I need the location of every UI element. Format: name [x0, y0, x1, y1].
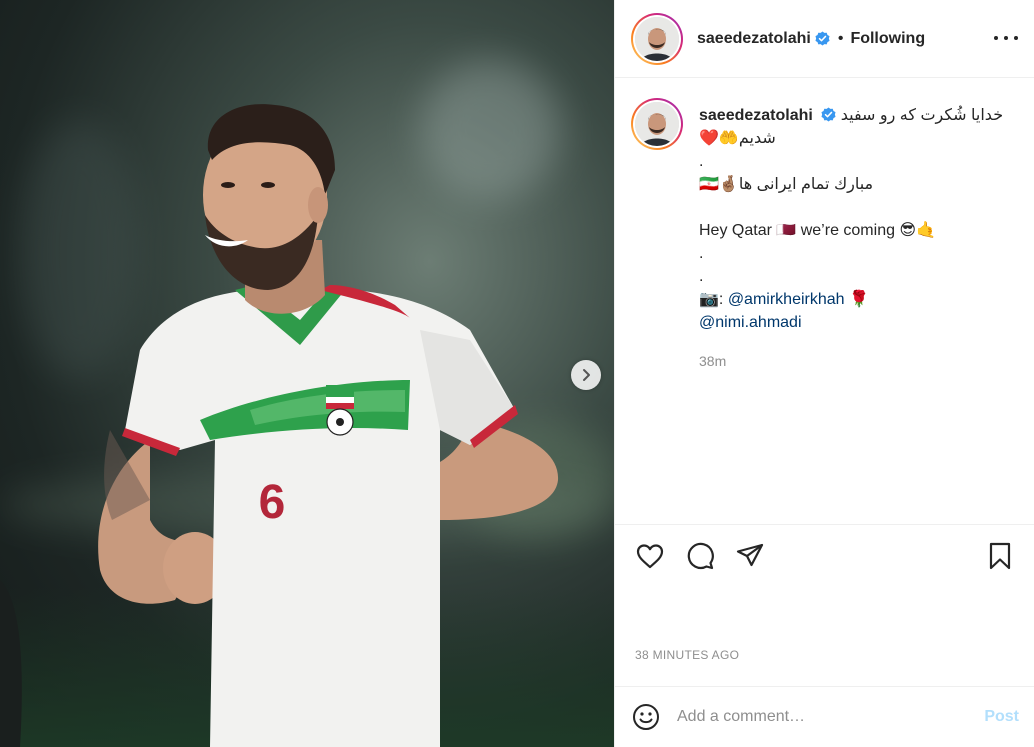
comment-composer: Post [615, 686, 1034, 747]
caption-avatar [635, 102, 679, 146]
more-options-button[interactable] [994, 28, 1018, 48]
header-username[interactable]: saeedezatolahi [697, 30, 811, 48]
post-comment-button[interactable]: Post [984, 708, 1019, 726]
verified-badge-icon [815, 31, 830, 46]
emoji-icon[interactable] [631, 702, 661, 732]
caption-line: Hey Qatar 🇶🇦 we’re coming 😎🤙 [699, 222, 937, 239]
caption-line [699, 196, 1029, 219]
heart-icon[interactable] [635, 541, 665, 571]
jersey-number: 6 [259, 476, 286, 529]
post-photo[interactable]: 6 [0, 0, 614, 747]
caption-line: . [699, 268, 704, 285]
dot-icon [1004, 36, 1008, 40]
post-header: saeedezatolahi • Following [615, 0, 1034, 78]
caption-line: . [699, 245, 704, 262]
dot-icon [994, 36, 998, 40]
comment-input[interactable] [677, 708, 985, 726]
caption: saeedezatolahi خدایا شُکرت که رو سفید شد… [631, 98, 1018, 518]
following-button[interactable]: Following [850, 30, 925, 48]
bookmark-icon[interactable] [985, 541, 1015, 571]
caption-timestamp[interactable]: 38m [699, 350, 1029, 373]
avatar [635, 16, 679, 61]
mention-link[interactable]: @amirkheirkhah [728, 291, 845, 308]
post-timestamp[interactable]: 38 MINUTES AGO [635, 648, 739, 662]
next-slide-button[interactable] [571, 360, 601, 390]
photo-credit-label: 📷: [699, 291, 728, 308]
chevron-right-icon [583, 369, 590, 381]
rose-emoji: 🌹 [844, 291, 869, 308]
dot-icon [1014, 36, 1018, 40]
caption-story-ring[interactable] [631, 98, 683, 150]
paper-plane-icon[interactable] [735, 541, 765, 571]
verified-badge-icon [821, 107, 836, 122]
caption-line: مبارك تمام ایرانی ها🤞🏽🇮🇷 [699, 176, 874, 193]
caption-line: شدیم🤲❤️ [699, 130, 776, 147]
player-figure: 6 [0, 104, 559, 747]
story-ring[interactable] [631, 12, 683, 65]
separator-dot: • [837, 29, 844, 47]
comment-icon[interactable] [685, 541, 715, 571]
caption-text: saeedezatolahi خدایا شُکرت که رو سفید شد… [699, 104, 1029, 373]
action-bar [615, 524, 1034, 586]
mention-link[interactable]: @nimi.ahmadi [699, 314, 802, 331]
caption-username[interactable]: saeedezatolahi [699, 107, 813, 124]
caption-line: . [699, 153, 704, 170]
post-detail-panel: saeedezatolahi • Following saeedezatolah… [614, 0, 1034, 747]
caption-line: خدایا شُکرت که رو سفید [840, 107, 1004, 124]
